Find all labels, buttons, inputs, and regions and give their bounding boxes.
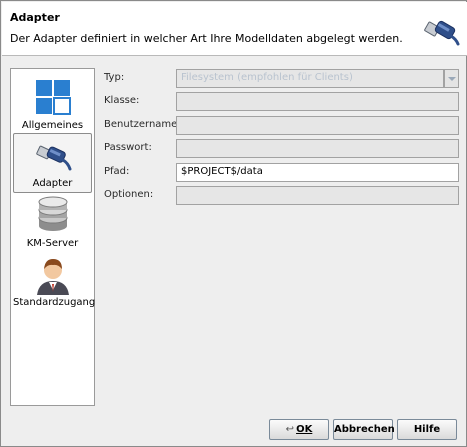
passwort-label: Passwort: xyxy=(104,142,152,153)
dialog-title: Adapter xyxy=(10,11,60,24)
typ-combobox[interactable]: Filesystem (empfohlen für Clients) xyxy=(176,69,444,88)
hilfe-button[interactable]: Hilfe xyxy=(397,419,457,440)
passwort-field[interactable] xyxy=(176,139,459,158)
typ-dropdown-arrow[interactable] xyxy=(444,69,459,88)
sidebar-item-adapter[interactable]: Adapter xyxy=(13,133,92,193)
pfad-label: Pfad: xyxy=(104,166,130,177)
dialog-window: Adapter Der Adapter definiert in welcher… xyxy=(0,0,467,447)
windows-tiles-icon xyxy=(36,80,71,115)
optionen-field[interactable] xyxy=(176,186,459,205)
pfad-field[interactable]: $PROJECT$/data xyxy=(176,163,459,182)
sidebar-item-allgemeines[interactable]: Allgemeines xyxy=(13,76,92,136)
usb-plug-icon xyxy=(424,20,460,46)
sidebar-item-label: Allgemeines xyxy=(21,120,84,131)
hilfe-button-label: Hilfe xyxy=(413,424,441,435)
sidebar-item-label: KM-Server xyxy=(26,238,79,249)
klasse-field[interactable] xyxy=(176,92,459,111)
typ-label: Typ: xyxy=(104,72,125,83)
optionen-label: Optionen: xyxy=(104,189,154,200)
database-icon xyxy=(38,196,68,231)
category-sidebar: Allgemeines Adapter KM-Server Standardzu… xyxy=(10,68,95,406)
abbrechen-button-label: Abbrechen xyxy=(334,424,395,435)
dialog-description: Der Adapter definiert in welcher Art Ihr… xyxy=(10,32,403,45)
benutzername-label: Benutzername: xyxy=(104,119,181,130)
sidebar-item-label: Standardzugang xyxy=(13,297,96,308)
sidebar-item-km-server[interactable]: KM-Server xyxy=(13,194,92,254)
dialog-header: Adapter Der Adapter definiert in welcher… xyxy=(2,2,467,56)
klasse-label: Klasse: xyxy=(104,95,140,106)
benutzername-field[interactable] xyxy=(176,116,459,135)
ok-button-label: OK xyxy=(296,424,313,435)
sidebar-item-standardzugang[interactable]: Standardzugang xyxy=(13,253,96,313)
abbrechen-button[interactable]: Abbrechen xyxy=(333,419,395,440)
sidebar-item-label: Adapter xyxy=(32,178,73,189)
user-icon xyxy=(37,259,69,295)
ok-button[interactable]: ↩ OK xyxy=(269,419,329,440)
usb-plug-icon xyxy=(36,145,72,171)
enter-arrow-icon: ↩ xyxy=(285,424,295,435)
typ-combobox-value: Filesystem (empfohlen für Clients) xyxy=(181,72,353,83)
